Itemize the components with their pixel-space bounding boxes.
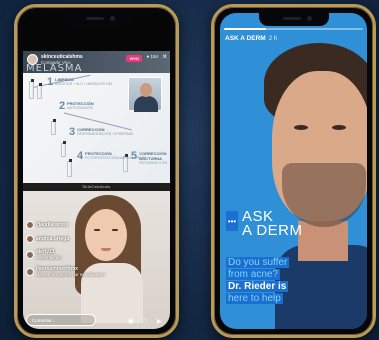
comment-placeholder: Comentar... xyxy=(32,318,56,323)
slide-step: 2 PROTECCIÓN ANTIOXIDANTE xyxy=(59,100,94,112)
product-bottle xyxy=(29,79,34,99)
guest-video-pip[interactable] xyxy=(128,77,162,112)
doctor-neck xyxy=(298,221,348,261)
live-badge: VIVO xyxy=(126,55,142,62)
caption-line: here to help xyxy=(226,293,283,304)
host-camera-feed: claudiaramos andrea.ortega aletty21 Alim… xyxy=(23,191,170,329)
host-avatar[interactable] xyxy=(27,54,38,65)
left-phone: skinceuticalshms Compartir Vivo MELASMA … xyxy=(14,4,179,338)
slide-step: 5 CORRECCIÓN NOCTURNA RETINOIDE 0.3% xyxy=(131,150,168,166)
viewer-count: ● 154 xyxy=(146,54,158,59)
avatar[interactable] xyxy=(26,221,34,229)
caption-line: Do you suffer xyxy=(226,257,290,268)
story-handle[interactable]: ASK A DERM xyxy=(225,35,266,42)
slide-footer: SkinCeuticals xyxy=(23,183,170,191)
brand-footer: SkinCeuticals xyxy=(82,184,111,189)
slide-step: 1 LIMPIEZA BOOSTER + ALC / LIMPIADOR GEL xyxy=(47,76,113,88)
product-bottle xyxy=(67,159,72,177)
list-item: andrea.ortega xyxy=(26,235,106,243)
live-subtitle: Compartir Vivo xyxy=(41,60,71,65)
slide-step: 3 CORRECCIÓN DESPIGMENTACIÓN / EPIDERMIS xyxy=(69,126,134,138)
close-icon[interactable]: × xyxy=(162,53,167,61)
left-phone-screen: skinceuticalshms Compartir Vivo MELASMA … xyxy=(23,13,170,329)
doctor-eye xyxy=(294,125,308,130)
presentation-slide: skinceuticalshms Compartir Vivo MELASMA … xyxy=(23,51,170,183)
list-item: claudiaramos xyxy=(26,221,106,229)
dots-icon: ••• xyxy=(226,211,238,231)
right-phone-screen: ASK A DERM 2 h ••• ASK A DERM Do you suf… xyxy=(220,13,367,329)
story-view[interactable]: ASK A DERM 2 h ••• ASK A DERM Do you suf… xyxy=(220,13,367,329)
guest-body xyxy=(134,96,158,112)
product-bottle xyxy=(51,119,56,135)
avatar[interactable] xyxy=(26,235,34,243)
front-camera-icon xyxy=(306,16,312,21)
phone-notch xyxy=(61,13,132,26)
story-progress-bar xyxy=(224,28,363,30)
product-bottle xyxy=(61,141,66,157)
speaker-grille xyxy=(282,17,301,20)
story-progress-fill xyxy=(224,28,266,30)
speaker-grille xyxy=(85,17,104,20)
list-item: lisorsummerfitmx Hacen descuento por est… xyxy=(26,266,106,277)
product-bottle xyxy=(37,83,42,99)
doctor-beard xyxy=(282,163,366,227)
doctor-eye xyxy=(332,125,346,130)
share-icon[interactable]: ➤ xyxy=(155,317,162,326)
right-phone: ASK A DERM 2 h ••• ASK A DERM Do you suf… xyxy=(211,4,376,338)
story-caption: Do you suffer from acne? Dr. Rieder is h… xyxy=(226,257,290,304)
guest-head xyxy=(140,83,152,97)
caption-line: from acne? xyxy=(226,269,281,280)
list-item: aletty21 Alimentación xyxy=(26,249,106,260)
avatar[interactable] xyxy=(26,267,34,276)
story-header[interactable]: ASK A DERM 2 h xyxy=(225,35,277,42)
comment-input[interactable]: Comentar... xyxy=(26,314,96,326)
heart-icon[interactable]: ♡ xyxy=(141,317,148,326)
live-comments: claudiaramos andrea.ortega aletty21 Alim… xyxy=(26,221,106,277)
avatar[interactable] xyxy=(26,250,34,259)
phone-notch xyxy=(258,13,329,26)
camera-icon[interactable]: ◉ xyxy=(128,317,134,325)
story-title-line2: A DERM xyxy=(242,222,303,239)
front-camera-icon xyxy=(109,16,115,21)
host-eye xyxy=(112,229,118,231)
caption-line: Dr. Rieder is xyxy=(226,281,289,292)
live-host-info[interactable]: skinceuticalshms Compartir Vivo xyxy=(27,54,83,65)
story-time: 2 h xyxy=(268,35,278,42)
